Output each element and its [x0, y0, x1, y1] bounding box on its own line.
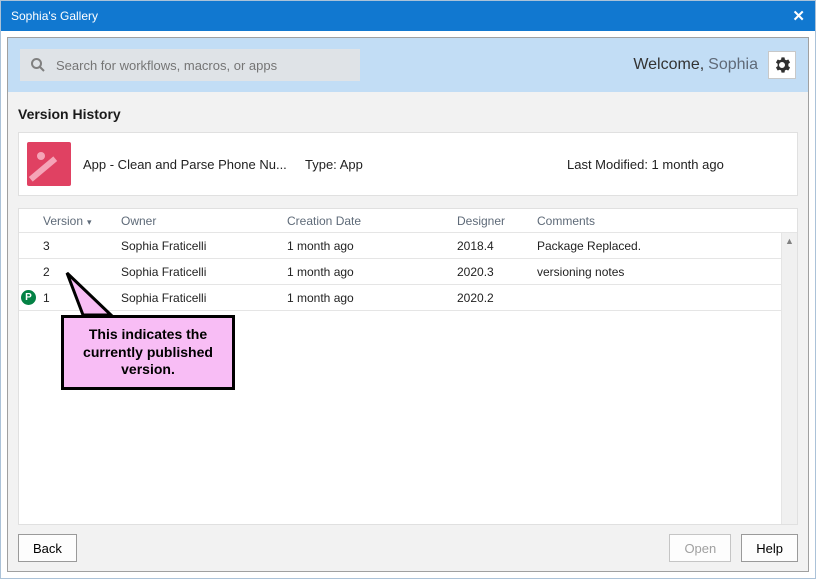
cell-designer: 2018.4: [457, 239, 537, 253]
table-row[interactable]: 2Sophia Fraticelli1 month ago2020.3versi…: [19, 259, 797, 285]
asset-card: App - Clean and Parse Phone Nu... Type: …: [18, 132, 798, 196]
back-button[interactable]: Back: [18, 534, 77, 562]
cell-comments: versioning notes: [537, 265, 797, 279]
asset-icon: [27, 142, 71, 186]
search-input[interactable]: [54, 57, 350, 74]
window-title: Sophia's Gallery: [11, 9, 98, 23]
settings-button[interactable]: [768, 51, 796, 79]
column-version[interactable]: Version▾: [41, 214, 121, 228]
gallery-window: Sophia's Gallery ✕ Welcome, Sophia: [0, 0, 816, 579]
close-icon[interactable]: ✕: [792, 7, 805, 25]
asset-type: Type: App: [305, 157, 435, 172]
scrollbar[interactable]: ▲: [781, 233, 797, 524]
top-band: Welcome, Sophia: [8, 38, 808, 92]
asset-modified: Last Modified: 1 month ago: [567, 157, 724, 172]
cell-creation-date: 1 month ago: [287, 291, 457, 305]
cell-owner: Sophia Fraticelli: [121, 265, 287, 279]
welcome-label: Welcome, Sophia: [633, 51, 796, 79]
cell-designer: 2020.2: [457, 291, 537, 305]
title-bar: Sophia's Gallery ✕: [1, 1, 815, 31]
welcome-prefix: Welcome,: [633, 56, 704, 74]
published-badge-icon: P: [21, 290, 36, 305]
open-button[interactable]: Open: [669, 534, 731, 562]
cell-designer: 2020.3: [457, 265, 537, 279]
cell-version: 3: [41, 239, 121, 253]
cell-creation-date: 1 month ago: [287, 265, 457, 279]
cell-creation-date: 1 month ago: [287, 239, 457, 253]
cell-comments: Package Replaced.: [537, 239, 797, 253]
search-icon: [30, 57, 46, 73]
callout-text: This indicates the currently published v…: [61, 315, 235, 390]
cell-owner: Sophia Fraticelli: [121, 291, 287, 305]
welcome-name: Sophia: [708, 56, 758, 74]
asset-name: App - Clean and Parse Phone Nu...: [83, 157, 293, 172]
footer: Back Open Help: [8, 525, 808, 571]
table-row[interactable]: 3Sophia Fraticelli1 month ago2018.4Packa…: [19, 233, 797, 259]
help-button[interactable]: Help: [741, 534, 798, 562]
column-comments[interactable]: Comments: [537, 214, 797, 228]
sort-desc-icon: ▾: [87, 217, 92, 227]
column-designer[interactable]: Designer: [457, 214, 537, 228]
column-creation-date[interactable]: Creation Date: [287, 214, 457, 228]
section-title: Version History: [8, 92, 808, 132]
table-row[interactable]: P1Sophia Fraticelli1 month ago2020.2: [19, 285, 797, 311]
table-header: Version▾ Owner Creation Date Designer Co…: [19, 209, 797, 233]
table-body: 3Sophia Fraticelli1 month ago2018.4Packa…: [19, 233, 797, 311]
gear-icon: [774, 57, 790, 73]
scroll-up-icon[interactable]: ▲: [782, 233, 797, 249]
column-owner[interactable]: Owner: [121, 214, 287, 228]
search-box[interactable]: [20, 49, 360, 81]
annotation-callout: This indicates the currently published v…: [61, 315, 235, 390]
cell-owner: Sophia Fraticelli: [121, 239, 287, 253]
callout-tail-icon: [65, 271, 135, 319]
